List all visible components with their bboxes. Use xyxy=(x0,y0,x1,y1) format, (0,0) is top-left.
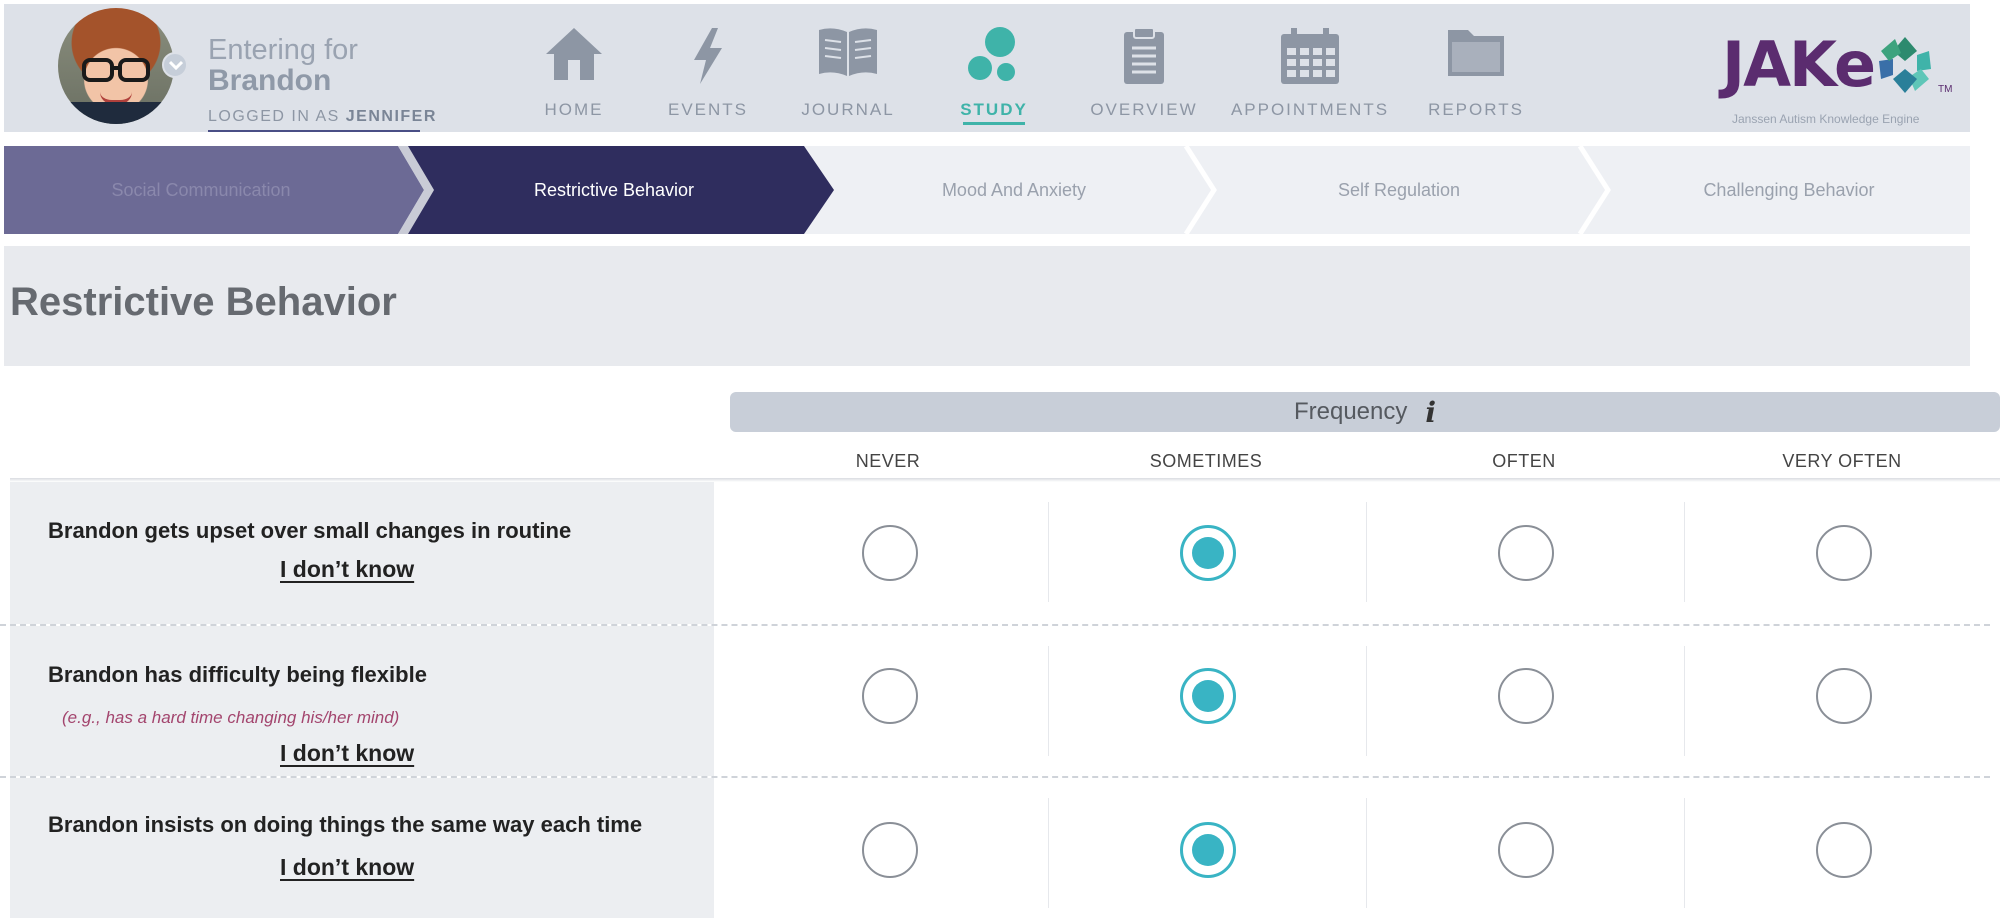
question-row: Brandon has difficulty being flexible (e… xyxy=(10,626,2000,776)
radio-sometimes[interactable] xyxy=(1180,822,1236,878)
step-restrictive-behavior[interactable]: Restrictive Behavior xyxy=(414,146,814,234)
radio-sometimes[interactable] xyxy=(1180,668,1236,724)
step-label: Social Communication xyxy=(111,179,291,200)
home-icon xyxy=(546,28,602,80)
nav-label: REPORTS xyxy=(1428,100,1524,119)
question-text: Brandon has difficulty being flexible xyxy=(48,662,427,687)
logo-trademark: TM xyxy=(1938,84,1953,95)
radio-never[interactable] xyxy=(862,668,918,724)
lightning-icon xyxy=(694,28,722,84)
entering-for-label: Entering for xyxy=(208,34,358,66)
radio-never[interactable] xyxy=(862,525,918,581)
radio-very-often[interactable] xyxy=(1816,525,1872,581)
radio-sometimes[interactable] xyxy=(1180,525,1236,581)
bubbles-icon xyxy=(968,27,1015,81)
column-divider xyxy=(1048,646,1049,756)
active-nav-underline xyxy=(963,122,1025,125)
question-text: Brandon insists on doing things the same… xyxy=(48,812,643,837)
calendar-icon xyxy=(1281,28,1339,84)
step-label: Restrictive Behavior xyxy=(533,179,695,200)
column-header-often: OFTEN xyxy=(1492,451,1556,471)
column-divider xyxy=(1048,502,1049,602)
step-label: Self Regulation xyxy=(1337,179,1461,200)
column-divider xyxy=(1366,646,1367,756)
radio-often[interactable] xyxy=(1498,525,1554,581)
column-divider xyxy=(1366,502,1367,602)
column-divider xyxy=(1684,502,1685,602)
dont-know-link[interactable]: I don’t know xyxy=(280,740,414,767)
radio-often[interactable] xyxy=(1498,822,1554,878)
dont-know-link[interactable]: I don’t know xyxy=(280,556,414,583)
jake-logo[interactable]: JAKe TM Janssen Autism Knowledge Engine xyxy=(1722,28,1962,128)
column-divider xyxy=(1684,798,1685,908)
category-stepper: Social Communication Restrictive Behavio… xyxy=(4,146,1970,234)
logged-in-user: JENNIFER xyxy=(345,108,437,125)
frequency-scale-header: Frequency i xyxy=(730,392,2000,432)
glasses-graphic xyxy=(82,58,150,82)
folder-icon xyxy=(1448,30,1504,76)
dont-know-link[interactable]: I don’t know xyxy=(280,854,414,881)
nav-reports[interactable]: REPORTS xyxy=(1376,4,1576,132)
section-header: Restrictive Behavior xyxy=(4,246,1970,366)
logged-in-prefix: LOGGED IN AS xyxy=(208,108,340,125)
step-social-communication[interactable]: Social Communication xyxy=(4,146,398,234)
question-text: Brandon gets upset over small changes in… xyxy=(48,518,572,543)
radio-never[interactable] xyxy=(862,822,918,878)
question-row: Brandon insists on doing things the same… xyxy=(10,778,2000,918)
column-header-sometimes: SOMETIMES xyxy=(1149,451,1263,471)
frequency-label: Frequency xyxy=(1293,398,1408,425)
hexagon-flower-logo-icon xyxy=(1879,37,1931,93)
column-header-very-often: VERY OFTEN xyxy=(1782,451,1902,471)
logo-wordmark: JAKe xyxy=(1722,28,1876,101)
step-self-regulation[interactable]: Self Regulation xyxy=(1214,146,1584,234)
app-header: Entering for Brandon LOGGED IN AS JENNIF… xyxy=(4,4,1970,132)
logged-in-as: LOGGED IN AS JENNIFER xyxy=(208,108,437,126)
column-divider xyxy=(1366,798,1367,908)
question-row: Brandon gets upset over small changes in… xyxy=(10,482,2000,624)
question-cell xyxy=(10,778,714,918)
column-divider xyxy=(1048,798,1049,908)
profile-switch-chevron-icon[interactable] xyxy=(162,52,188,78)
logged-in-divider xyxy=(208,130,420,132)
column-header-never: NEVER xyxy=(855,451,921,471)
radio-very-often[interactable] xyxy=(1816,822,1872,878)
avatar-shirt xyxy=(58,102,174,124)
info-icon[interactable]: i xyxy=(1425,396,1436,429)
step-challenging-behavior[interactable]: Challenging Behavior xyxy=(1608,146,1970,234)
step-label: Challenging Behavior xyxy=(1703,179,1875,200)
question-hint: (e.g., has a hard time changing his/her … xyxy=(62,708,400,727)
logo-subtitle: Janssen Autism Knowledge Engine xyxy=(1732,112,1920,126)
step-mood-and-anxiety[interactable]: Mood And Anxiety xyxy=(834,146,1194,234)
question-cell xyxy=(10,482,714,624)
book-icon xyxy=(819,28,877,76)
avatar[interactable] xyxy=(58,8,174,124)
entering-for-name: Brandon xyxy=(208,64,332,97)
step-label: Mood And Anxiety xyxy=(941,179,1087,200)
radio-often[interactable] xyxy=(1498,668,1554,724)
section-title: Restrictive Behavior xyxy=(10,280,397,324)
clipboard-icon xyxy=(1124,27,1164,84)
column-divider xyxy=(1684,646,1685,756)
radio-very-often[interactable] xyxy=(1816,668,1872,724)
